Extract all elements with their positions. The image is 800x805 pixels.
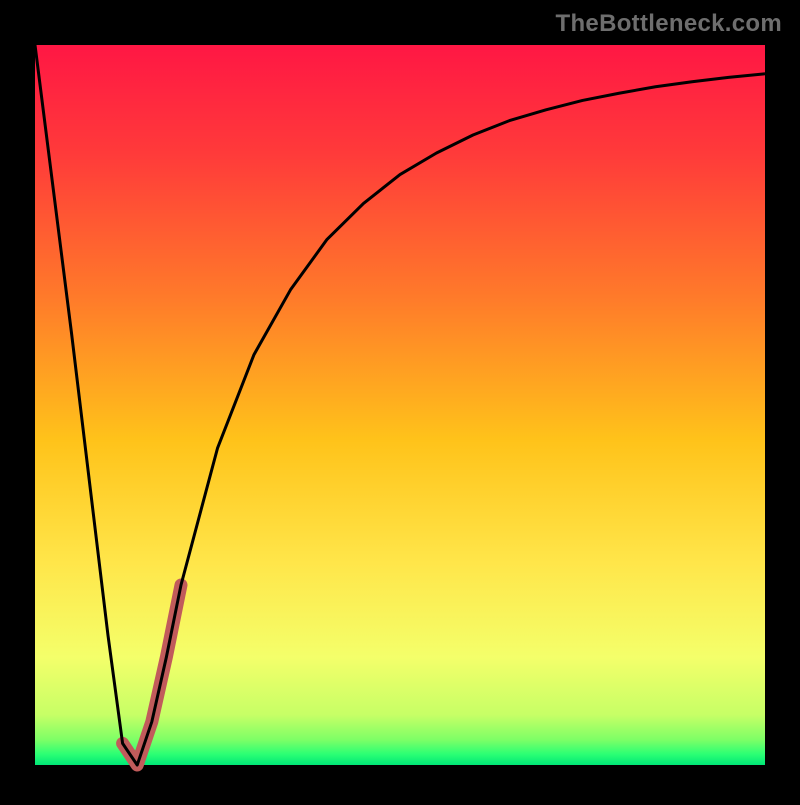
- bottleneck-chart: [0, 10, 800, 800]
- chart-frame: [0, 10, 800, 800]
- watermark-text: TheBottleneck.com: [556, 10, 782, 38]
- chart-gradient-bg: [35, 45, 765, 765]
